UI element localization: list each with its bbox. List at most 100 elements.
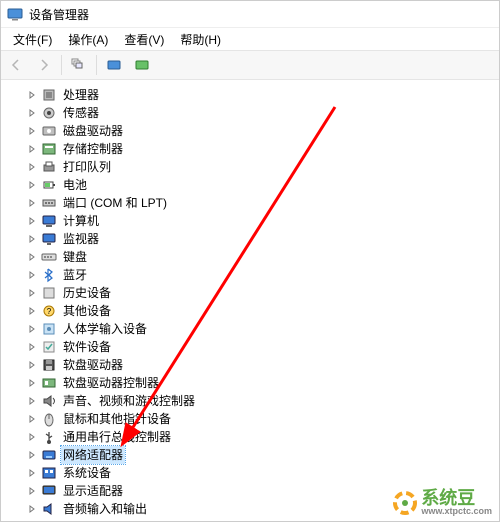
tree-item[interactable]: 打印队列 (7, 158, 497, 176)
tree-item-label: 电池 (61, 176, 89, 194)
tree-item[interactable]: 磁盘驱动器 (7, 122, 497, 140)
menubar: 文件(F) 操作(A) 查看(V) 帮助(H) (1, 28, 499, 50)
tree-item[interactable]: 存储控制器 (7, 140, 497, 158)
tree-item-label: 人体学输入设备 (61, 320, 149, 338)
tree-item[interactable]: 计算机 (7, 212, 497, 230)
properties-button[interactable] (129, 52, 155, 78)
tree-item[interactable]: 声音、视频和游戏控制器 (7, 392, 497, 410)
expander-icon[interactable] (25, 160, 39, 174)
expander-icon[interactable] (25, 178, 39, 192)
back-button[interactable] (3, 52, 29, 78)
show-hidden-button[interactable] (66, 52, 92, 78)
tree-item[interactable]: 系统设备 (7, 464, 497, 482)
expander-icon[interactable] (25, 394, 39, 408)
expander-icon[interactable] (25, 340, 39, 354)
titlebar: 设备管理器 (1, 1, 499, 28)
software-icon (41, 339, 57, 355)
expander-icon[interactable] (25, 448, 39, 462)
app-title: 设备管理器 (29, 6, 89, 23)
expander-icon[interactable] (25, 250, 39, 264)
tree-item-label: 蓝牙 (61, 266, 89, 284)
app-icon (7, 6, 23, 22)
tree-item-label: 磁盘驱动器 (61, 122, 125, 140)
menu-action[interactable]: 操作(A) (60, 29, 116, 50)
tree-item[interactable]: 电池 (7, 176, 497, 194)
expander-icon[interactable] (25, 214, 39, 228)
tree-item[interactable]: 软件设备 (7, 338, 497, 356)
refresh-button[interactable] (101, 52, 127, 78)
watermark-subtext: www.xtpctc.com (421, 507, 492, 516)
menu-view[interactable]: 查看(V) (116, 29, 172, 50)
device-tree[interactable]: 处理器传感器磁盘驱动器存储控制器打印队列电池端口 (COM 和 LPT)计算机监… (1, 80, 499, 522)
floppy-icon (41, 357, 57, 373)
tree-item[interactable]: 人体学输入设备 (7, 320, 497, 338)
mouse-icon (41, 411, 57, 427)
expander-icon[interactable] (25, 304, 39, 318)
other-icon: ? (41, 303, 57, 319)
toolbar-separator (96, 55, 97, 75)
expander-icon[interactable] (25, 358, 39, 372)
sensor-icon (41, 105, 57, 121)
tree-item[interactable]: 历史设备 (7, 284, 497, 302)
forward-button[interactable] (31, 52, 57, 78)
display-icon (41, 483, 57, 499)
tree-item[interactable]: 监视器 (7, 230, 497, 248)
expander-icon[interactable] (25, 484, 39, 498)
tree-item-label: 存储控制器 (61, 140, 125, 158)
computer-icon (41, 213, 57, 229)
tree-item-label: 网络适配器 (61, 446, 125, 464)
tree-item-label: 系统设备 (61, 464, 113, 482)
disk-icon (41, 123, 57, 139)
tree-item[interactable]: 传感器 (7, 104, 497, 122)
system-icon (41, 465, 57, 481)
tree-item[interactable]: 鼠标和其他指针设备 (7, 410, 497, 428)
expander-icon[interactable] (25, 232, 39, 246)
tree-item[interactable]: 软盘驱动器控制器 (7, 374, 497, 392)
tree-item-label: 计算机 (61, 212, 101, 230)
monitor-icon (41, 231, 57, 247)
tree-item[interactable]: 键盘 (7, 248, 497, 266)
expander-icon[interactable] (25, 322, 39, 336)
tree-item-label: 监视器 (61, 230, 101, 248)
tree-item-label: 键盘 (61, 248, 89, 266)
battery-icon (41, 177, 57, 193)
expander-icon[interactable] (25, 268, 39, 282)
tree-item-label: 音频输入和输出 (61, 500, 149, 518)
tree-item[interactable]: 通用串行总线控制器 (7, 428, 497, 446)
expander-icon[interactable] (25, 502, 39, 516)
network-icon (41, 447, 57, 463)
expander-icon[interactable] (25, 106, 39, 120)
watermark-logo-icon (393, 491, 417, 515)
storage-icon (41, 141, 57, 157)
tree-item[interactable]: 端口 (COM 和 LPT) (7, 194, 497, 212)
toolbar-separator (61, 55, 62, 75)
expander-icon[interactable] (25, 88, 39, 102)
expander-icon[interactable] (25, 376, 39, 390)
tree-item-label: 显示适配器 (61, 482, 125, 500)
tree-item[interactable]: 处理器 (7, 86, 497, 104)
expander-icon[interactable] (25, 466, 39, 480)
hid-icon (41, 321, 57, 337)
menu-file[interactable]: 文件(F) (5, 29, 60, 50)
tree-item-label: 鼠标和其他指针设备 (61, 410, 173, 428)
watermark: 系统豆 www.xtpctc.com (393, 489, 492, 516)
menu-help[interactable]: 帮助(H) (172, 29, 229, 50)
expander-icon[interactable] (25, 286, 39, 300)
tree-item-label: 软盘驱动器 (61, 356, 125, 374)
expander-icon[interactable] (25, 430, 39, 444)
bluetooth-icon (41, 267, 57, 283)
tree-item-label: 软盘驱动器控制器 (61, 374, 161, 392)
tree-item-label: 软件设备 (61, 338, 113, 356)
expander-icon[interactable] (25, 196, 39, 210)
tree-item[interactable]: ?其他设备 (7, 302, 497, 320)
svg-text:?: ? (47, 307, 52, 316)
expander-icon[interactable] (25, 412, 39, 426)
port-icon (41, 195, 57, 211)
tree-item[interactable]: 网络适配器 (7, 446, 497, 464)
expander-icon[interactable] (25, 142, 39, 156)
tree-item[interactable]: 软盘驱动器 (7, 356, 497, 374)
tree-item[interactable]: 蓝牙 (7, 266, 497, 284)
expander-icon[interactable] (25, 124, 39, 138)
toolbar (1, 50, 499, 80)
audio-io-icon (41, 501, 57, 517)
